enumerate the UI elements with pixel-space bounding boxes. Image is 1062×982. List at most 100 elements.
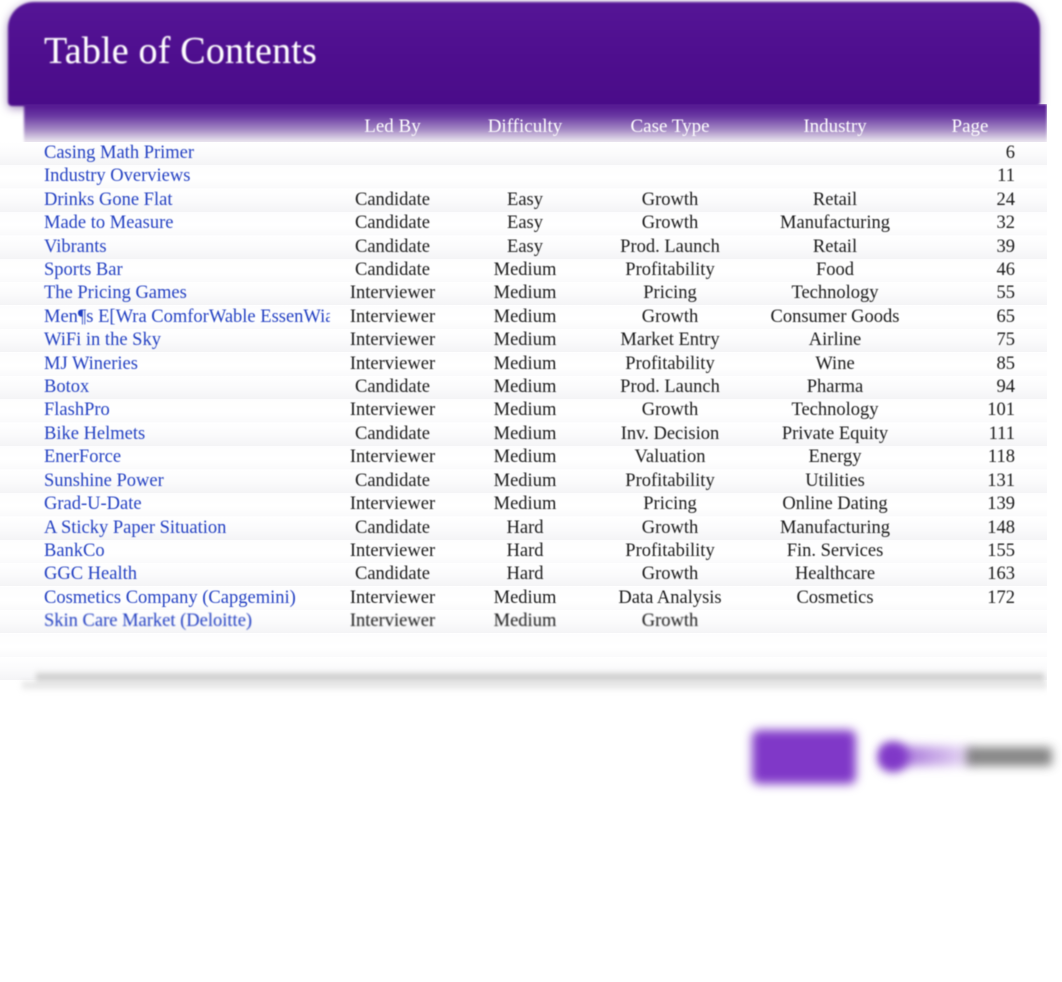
cell-difficulty: Easy xyxy=(507,236,543,257)
cell-industry: Technology xyxy=(791,283,879,304)
table-row[interactable]: The Pricing Games Interviewer Medium Pricin… xyxy=(0,282,1047,306)
column-header-led-by: Led By xyxy=(364,116,421,137)
cell-led-by: Candidate xyxy=(354,377,430,398)
cell-case-type: Data Analysis xyxy=(618,587,722,608)
cell-case-type: Profitability xyxy=(625,540,715,561)
case-name-link[interactable]: MJ Wineries xyxy=(0,353,330,376)
cell-led-by: Interviewer xyxy=(349,283,436,304)
case-name-link[interactable]: Botox xyxy=(0,376,330,399)
cell-page-number: 94 xyxy=(996,377,1016,398)
case-name-link[interactable]: Casing Math Primer xyxy=(0,142,330,165)
cell-difficulty: Medium xyxy=(493,494,557,515)
title-banner: Table of Contents xyxy=(0,0,1047,112)
table-row[interactable]: Bike Helmets Candidate Medium Inv. Decision… xyxy=(0,422,1047,447)
cell-page-number: 85 xyxy=(996,353,1016,374)
cell-case-type: Profitability xyxy=(625,353,715,374)
cell-industry: Technology xyxy=(791,400,879,421)
page-edge-shadow xyxy=(22,682,1047,692)
cell-case-type xyxy=(595,165,745,188)
cell-difficulty xyxy=(455,142,595,165)
column-header-case-name xyxy=(0,104,330,142)
cell-difficulty: Hard xyxy=(506,564,544,585)
cell-page-number xyxy=(925,610,1047,633)
cell-case-type: Profitability xyxy=(625,470,715,491)
case-name-link[interactable]: Cosmetics Company (Capgemini) xyxy=(0,587,330,610)
case-name-link[interactable]: Vibrants xyxy=(0,236,330,259)
cell-difficulty: Easy xyxy=(507,213,543,234)
case-name-link[interactable]: Grad-U-Date xyxy=(0,493,330,516)
case-name-link[interactable] xyxy=(0,634,330,657)
toc-page: Table of Contents Led By Difficulty Case… xyxy=(0,0,1062,982)
table-row[interactable]: Industry Overviews 11 xyxy=(0,165,1047,189)
table-row[interactable]: MJ Wineries Interviewer Medium Profitabilit… xyxy=(0,352,1047,377)
table-row[interactable]: GGC Health Candidate Hard Growth Healthcare 1… xyxy=(0,563,1047,587)
case-name-link[interactable]: Skin Care Market (Deloitte) xyxy=(0,610,330,633)
cell-page-number: 65 xyxy=(996,306,1016,327)
case-name-link[interactable]: Industry Overviews xyxy=(0,165,330,188)
cell-industry: Cosmetics xyxy=(796,587,874,608)
cell-case-type: Prod. Launch xyxy=(620,377,720,398)
cell-page-number: 101 xyxy=(987,400,1015,421)
table-row[interactable]: Men¶s E[Wra ComforWable EssenWials Interv… xyxy=(0,305,1047,330)
cell-case-type: Growth xyxy=(641,611,699,632)
table-row[interactable]: Made to Measure Candidate Easy Growth Manufa… xyxy=(0,212,1047,236)
table-row[interactable]: Sunshine Power Candidate Medium Profitabili… xyxy=(0,469,1047,494)
table-row[interactable]: BankCo Interviewer Hard Profitability Fin. S… xyxy=(0,539,1047,564)
case-name-link[interactable]: Made to Measure xyxy=(0,212,330,235)
table-row[interactable]: Casing Math Primer 6 xyxy=(0,142,1047,166)
cell-industry: Retail xyxy=(812,236,858,257)
table-row[interactable]: Drinks Gone Flat Candidate Easy Growth Retai… xyxy=(0,188,1047,213)
toc-table-area: Led By Difficulty Case Type Industry Pag… xyxy=(0,104,1047,704)
table-row[interactable]: Grad-U-Date Interviewer Medium Pricing Onlin… xyxy=(0,493,1047,517)
table-row[interactable]: Skin Care Market (Deloitte) Interviewer Me… xyxy=(0,610,1047,634)
cell-difficulty: Medium xyxy=(493,470,557,491)
table-row[interactable]: EnerForce Interviewer Medium Valuation Energ… xyxy=(0,446,1047,470)
table-body: Casing Math Primer 6 Industry Overviews 11 D… xyxy=(0,142,1047,681)
cell-page-number: 46 xyxy=(996,260,1016,281)
case-name-link[interactable]: A Sticky Paper Situation xyxy=(0,517,330,540)
table-row[interactable]: Vibrants Candidate Easy Prod. Launch Retail 3… xyxy=(0,235,1047,260)
case-name-link[interactable]: FlashPro xyxy=(0,399,330,422)
case-name-link[interactable]: Bike Helmets xyxy=(0,423,330,446)
logo-wordmark xyxy=(882,746,974,766)
cell-difficulty: Medium xyxy=(493,447,557,468)
case-name-link[interactable]: BankCo xyxy=(0,540,330,563)
cell-case-type: Growth xyxy=(641,213,699,234)
case-name-link[interactable]: Sunshine Power xyxy=(0,470,330,493)
table-row[interactable] xyxy=(0,633,1047,657)
cell-page-number: 139 xyxy=(987,494,1015,515)
cell-case-type: Inv. Decision xyxy=(620,423,720,444)
page-title: Table of Contents xyxy=(44,30,318,72)
case-name-link[interactable]: The Pricing Games xyxy=(0,282,330,305)
cell-industry: Airline xyxy=(808,330,862,351)
cell-industry: Manufacturing xyxy=(780,517,890,538)
case-name-link[interactable]: WiFi in the Sky xyxy=(0,329,330,352)
table-row[interactable]: Botox Candidate Medium Prod. Launch Pharma 94 xyxy=(0,376,1047,400)
cell-industry: Manufacturing xyxy=(780,213,890,234)
cell-led-by: Interviewer xyxy=(349,494,436,515)
table-row[interactable]: WiFi in the Sky Interviewer Medium Market E… xyxy=(0,329,1047,353)
header-row: Led By Difficulty Case Type Industry Pag… xyxy=(0,104,1047,142)
cell-difficulty: Medium xyxy=(493,423,557,444)
case-name-link[interactable]: EnerForce xyxy=(0,446,330,469)
table-row[interactable]: A Sticky Paper Situation Candidate Hard Gro… xyxy=(0,516,1047,540)
table-row[interactable]: Cosmetics Company (Capgemini) Interviewer… xyxy=(0,586,1047,611)
case-name-link[interactable]: Sports Bar xyxy=(0,259,330,282)
case-name-link[interactable]: Drinks Gone Flat xyxy=(0,189,330,212)
case-name-link[interactable]: Men¶s E[Wra ComforWable EssenWials xyxy=(0,306,330,329)
cell-case-type: Growth xyxy=(641,517,699,538)
cell-page-number: 172 xyxy=(987,587,1015,608)
column-header-page: Page xyxy=(951,116,989,137)
cell-led-by: Interviewer xyxy=(349,330,436,351)
table-row[interactable]: Sports Bar Candidate Medium Profitability Fo… xyxy=(0,259,1047,283)
cell-led-by: Candidate xyxy=(354,423,430,444)
case-name-link[interactable]: GGC Health xyxy=(0,563,330,586)
table-row[interactable]: FlashPro Interviewer Medium Growth Technolog… xyxy=(0,399,1047,423)
cell-led-by: Candidate xyxy=(354,213,430,234)
cell-led-by xyxy=(330,142,455,165)
cell-case-type: Growth xyxy=(641,306,699,327)
cell-industry: Wine xyxy=(815,353,855,374)
cell-difficulty: Medium xyxy=(493,587,557,608)
cell-led-by: Interviewer xyxy=(349,400,436,421)
logo-mark-icon xyxy=(752,730,856,784)
